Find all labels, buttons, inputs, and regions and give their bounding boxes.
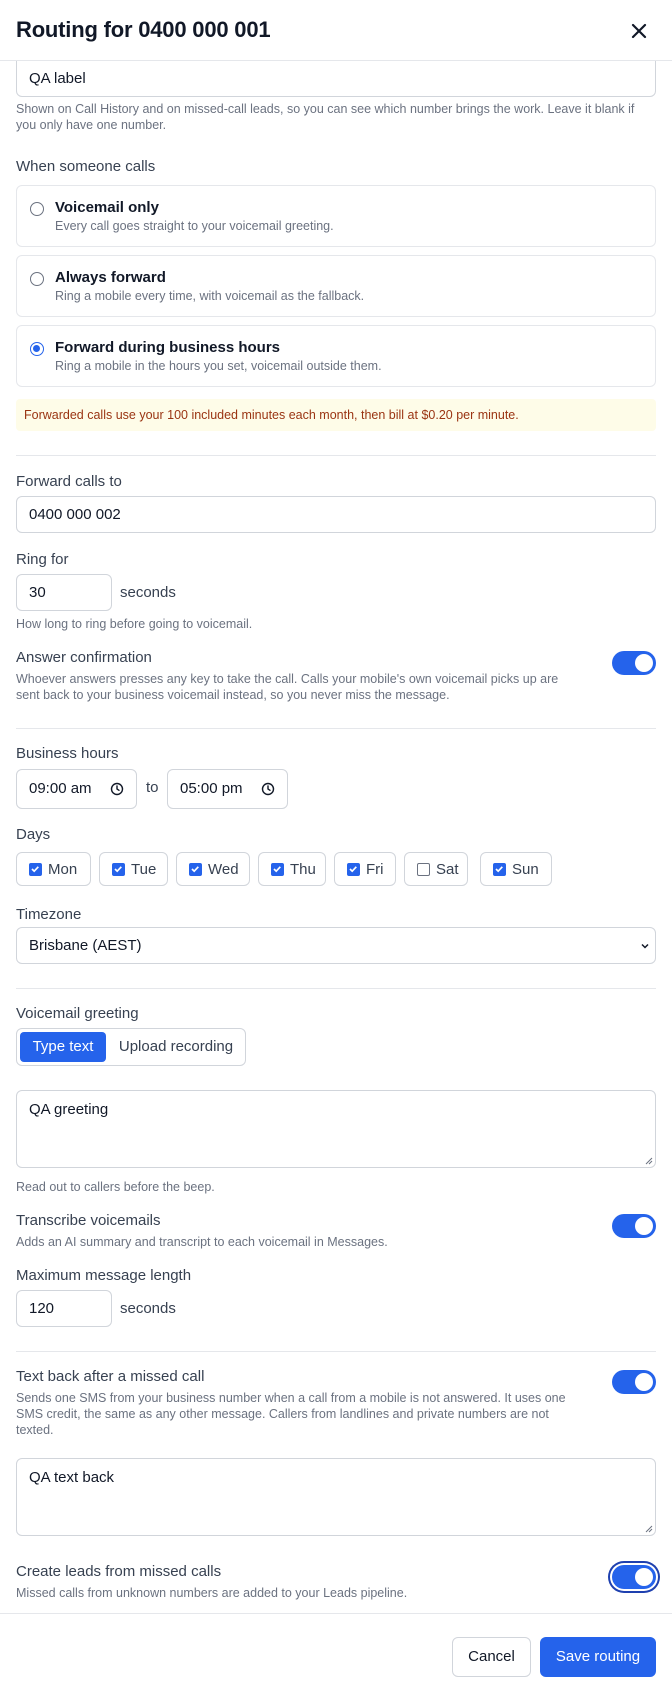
resize-handle-icon[interactable] <box>645 1525 653 1533</box>
greeting-textarea[interactable]: QA greeting <box>16 1090 656 1168</box>
option-desc: Ring a mobile in the hours you set, voic… <box>55 359 382 373</box>
text-back-toggle[interactable] <box>612 1370 656 1394</box>
save-routing-button[interactable]: Save routing <box>540 1637 656 1677</box>
close-icon <box>631 23 647 39</box>
day-checkbox[interactable] <box>493 863 506 876</box>
max-length-input[interactable]: 120 <box>16 1290 112 1327</box>
number-label-input[interactable]: QA label <box>16 60 656 97</box>
routing-heading: When someone calls <box>16 158 156 175</box>
option-voicemail-only[interactable]: Voicemail only Every call goes straight … <box>16 185 656 247</box>
text-back-label: Text back after a missed call <box>16 1368 205 1385</box>
ring-unit: seconds <box>120 584 176 601</box>
divider <box>16 1351 656 1352</box>
option-title: Always forward <box>55 269 166 286</box>
transcribe-label: Transcribe voicemails <box>16 1212 161 1229</box>
day-checkbox[interactable] <box>189 863 202 876</box>
option-title: Forward during business hours <box>55 339 281 356</box>
dialog-header: Routing for 0400 000 001 <box>0 0 672 61</box>
day-label: Tue <box>131 861 157 878</box>
text-back-message: QA text back <box>29 1469 115 1486</box>
time-range-separator: to <box>146 779 159 796</box>
ring-seconds-input[interactable]: 30 <box>16 574 112 611</box>
day-sun[interactable]: Sun <box>480 852 552 886</box>
create-leads-label: Create leads from missed calls <box>16 1563 222 1580</box>
resize-handle-icon[interactable] <box>645 1157 653 1165</box>
day-tue[interactable]: Tue <box>99 852 168 886</box>
day-label: Sun <box>512 861 539 878</box>
chevron-down-icon <box>641 943 649 949</box>
answer-confirmation-toggle[interactable] <box>612 651 656 675</box>
business-hours-label: Business hours <box>16 745 119 762</box>
answer-confirmation-help: Whoever answers presses any key to take … <box>16 672 559 702</box>
dialog-footer: Cancel Save routing <box>0 1613 672 1686</box>
end-time-input[interactable]: 05:00 pm <box>167 769 288 809</box>
text-back-textarea[interactable]: QA text back <box>16 1458 656 1536</box>
type-text-tab[interactable]: Type text <box>20 1032 106 1062</box>
forward-number-input[interactable]: 0400 000 002 <box>16 496 656 533</box>
day-checkbox[interactable] <box>271 863 284 876</box>
day-label: Mon <box>48 861 78 878</box>
transcribe-toggle[interactable] <box>612 1214 656 1238</box>
number-label-help: Shown on Call History and on missed-call… <box>16 102 635 132</box>
forward-label: Forward calls to <box>16 473 122 490</box>
divider <box>16 988 656 989</box>
create-leads-toggle[interactable] <box>612 1565 656 1589</box>
day-label: Sat <box>436 861 459 878</box>
forward-business-hours-radio[interactable] <box>30 342 44 356</box>
transcribe-help: Adds an AI summary and transcript to eac… <box>16 1235 388 1249</box>
always-forward-radio[interactable] <box>30 272 44 286</box>
billing-notice: Forwarded calls use your 100 included mi… <box>16 399 656 431</box>
day-thu[interactable]: Thu <box>258 852 326 886</box>
create-leads-help: Missed calls from unknown numbers are ad… <box>16 1586 408 1600</box>
option-desc: Every call goes straight to your voicema… <box>55 219 334 233</box>
close-button[interactable] <box>626 18 652 44</box>
divider <box>16 455 656 456</box>
day-checkbox[interactable] <box>347 863 360 876</box>
day-label: Thu <box>290 861 316 878</box>
day-fri[interactable]: Fri <box>334 852 396 886</box>
voicemail-only-radio[interactable] <box>30 202 44 216</box>
ring-for-label: Ring for <box>16 551 69 568</box>
clock-icon <box>261 782 275 796</box>
voicemail-greeting-label: Voicemail greeting <box>16 1005 139 1022</box>
day-checkbox[interactable] <box>112 863 125 876</box>
day-sat[interactable]: Sat <box>404 852 468 886</box>
upload-recording-tab[interactable]: Upload recording <box>109 1032 243 1062</box>
days-label: Days <box>16 826 51 843</box>
day-label: Wed <box>208 861 239 878</box>
day-label: Fri <box>366 861 384 878</box>
timezone-value: Brisbane (AEST) <box>29 937 142 954</box>
greeting-mode-toggle: Type text Upload recording <box>16 1028 246 1066</box>
day-wed[interactable]: Wed <box>176 852 250 886</box>
option-title: Voicemail only <box>55 199 159 216</box>
timezone-select[interactable]: Brisbane (AEST) <box>16 927 656 964</box>
dialog-title: Routing for 0400 000 001 <box>16 17 271 42</box>
ring-help: How long to ring before going to voicema… <box>16 617 253 631</box>
max-length-unit: seconds <box>120 1300 176 1317</box>
max-length-label: Maximum message length <box>16 1267 192 1284</box>
end-time-value: 05:00 pm <box>180 780 243 797</box>
text-back-help: Sends one SMS from your business number … <box>16 1391 566 1437</box>
answer-confirmation-label: Answer confirmation <box>16 649 152 666</box>
greeting-help: Read out to callers before the beep. <box>16 1180 215 1194</box>
greeting-text: QA greeting <box>29 1101 109 1118</box>
timezone-label: Timezone <box>16 906 82 923</box>
clock-icon <box>110 782 124 796</box>
day-checkbox[interactable] <box>417 863 430 876</box>
divider <box>16 728 656 729</box>
option-desc: Ring a mobile every time, with voicemail… <box>55 289 365 303</box>
start-time-input[interactable]: 09:00 am <box>16 769 137 809</box>
option-always-forward[interactable]: Always forward Ring a mobile every time,… <box>16 255 656 317</box>
option-forward-business-hours[interactable]: Forward during business hours Ring a mob… <box>16 325 656 387</box>
day-mon[interactable]: Mon <box>16 852 91 886</box>
start-time-value: 09:00 am <box>29 780 92 797</box>
day-checkbox[interactable] <box>29 863 42 876</box>
cancel-button[interactable]: Cancel <box>452 1637 531 1677</box>
